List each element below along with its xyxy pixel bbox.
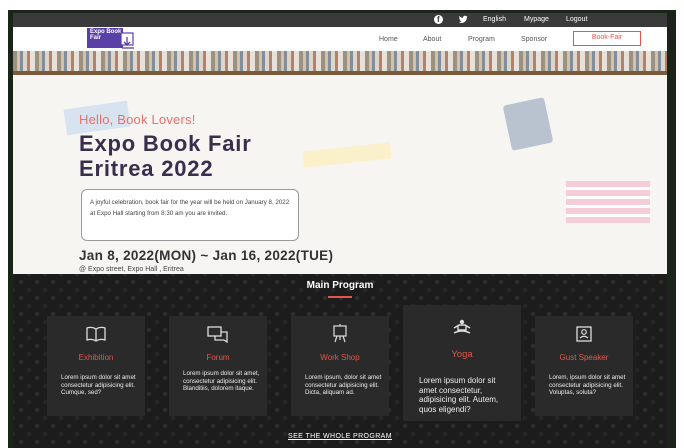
- mypage-link[interactable]: Mypage: [524, 14, 549, 26]
- easel-icon: [333, 324, 347, 343]
- bookshelf-banner: [13, 51, 667, 73]
- open-book-icon: [86, 326, 106, 342]
- nav-about[interactable]: About: [423, 35, 441, 45]
- site-logo[interactable]: Expo Book Fair: [87, 28, 139, 50]
- card-text: Lorem, ipsum dolor sit amet consectetur …: [549, 374, 626, 396]
- portrait-icon: [576, 326, 592, 342]
- nav-sponsor[interactable]: Sponsor: [521, 35, 547, 45]
- language-link[interactable]: English: [483, 14, 506, 26]
- nav-program[interactable]: Program: [468, 35, 495, 45]
- card-title: Yoga: [451, 349, 473, 360]
- event-dates: Jan 8, 2022(MON) ~ Jan 16, 2022(TUE): [79, 248, 334, 263]
- section-title: Main Program: [306, 280, 374, 291]
- hero-title-line2: Eritrea 2022: [79, 156, 214, 181]
- nav-bookfair-label: Book-Fair: [591, 34, 623, 41]
- program-card-forum[interactable]: Forum Lorem ipsum dolor sit amet, consec…: [169, 316, 267, 416]
- decorative-book-image: [302, 142, 392, 168]
- main-nav: Expo Book Fair Home About Program Sponso…: [13, 27, 667, 51]
- event-description-box: A joyful celebration, book fair for the …: [81, 189, 299, 241]
- section-underline: [328, 296, 352, 298]
- program-card-workshop[interactable]: Work Shop Lorem ipsum, dolor sit amet co…: [291, 316, 389, 416]
- twitter-icon[interactable]: [458, 15, 468, 24]
- card-text: Lorem ipsum dolor sit amet consectetur a…: [61, 374, 136, 396]
- hero-section: Hello, Book Lovers! Expo Book Fair Eritr…: [13, 75, 667, 274]
- card-title: Exhibition: [78, 353, 114, 362]
- hero-title: Expo Book Fair Eritrea 2022: [79, 131, 252, 181]
- event-address: @ Expo street, Expo Hall , Eritrea: [79, 266, 184, 273]
- event-description: A joyful celebration, book fair for the …: [90, 199, 290, 217]
- logout-link[interactable]: Logout: [566, 14, 587, 26]
- nav-home[interactable]: Home: [379, 35, 398, 45]
- see-whole-program-link[interactable]: SEE THE WHOLE PROGRAM: [13, 433, 667, 440]
- hero-title-line1: Expo Book Fair: [79, 131, 252, 156]
- main-program-section: Main Program Exhibition Lorem ipsum dolo…: [13, 274, 667, 448]
- program-card-exhibition[interactable]: Exhibition Lorem ipsum dolor sit amet co…: [47, 316, 145, 416]
- hero-greeting: Hello, Book Lovers!: [79, 112, 196, 127]
- card-text: Lorem ipsum, dolor sit amet consectetur …: [305, 374, 382, 396]
- logo-text: Expo Book Fair: [90, 29, 122, 41]
- decorative-book-image: [502, 97, 554, 151]
- program-card-yoga[interactable]: Yoga Lorem ipsum dolor sit amet consecte…: [403, 305, 521, 421]
- chat-icon: [207, 326, 228, 343]
- card-text: Lorem ipsum dolor sit amet, consectetur …: [183, 370, 260, 392]
- yoga-icon: [453, 319, 471, 334]
- download-book-icon: [120, 32, 134, 49]
- utility-bar: f English Mypage Logout: [13, 13, 667, 27]
- card-text: Lorem ipsum dolor sit amet consectetur, …: [419, 376, 499, 414]
- decorative-book-stack-image: [566, 181, 650, 223]
- nav-bookfair[interactable]: Book-Fair: [573, 31, 641, 46]
- card-title: Forum: [206, 353, 230, 362]
- program-card-guest-speaker[interactable]: Gust Speaker Lorem, ipsum dolor sit amet…: [535, 316, 633, 416]
- page: f English Mypage Logout Expo Book Fair H…: [13, 13, 667, 448]
- card-title: Gust Speaker: [559, 353, 609, 362]
- card-title: Work Shop: [320, 353, 360, 362]
- facebook-icon[interactable]: f: [434, 15, 443, 24]
